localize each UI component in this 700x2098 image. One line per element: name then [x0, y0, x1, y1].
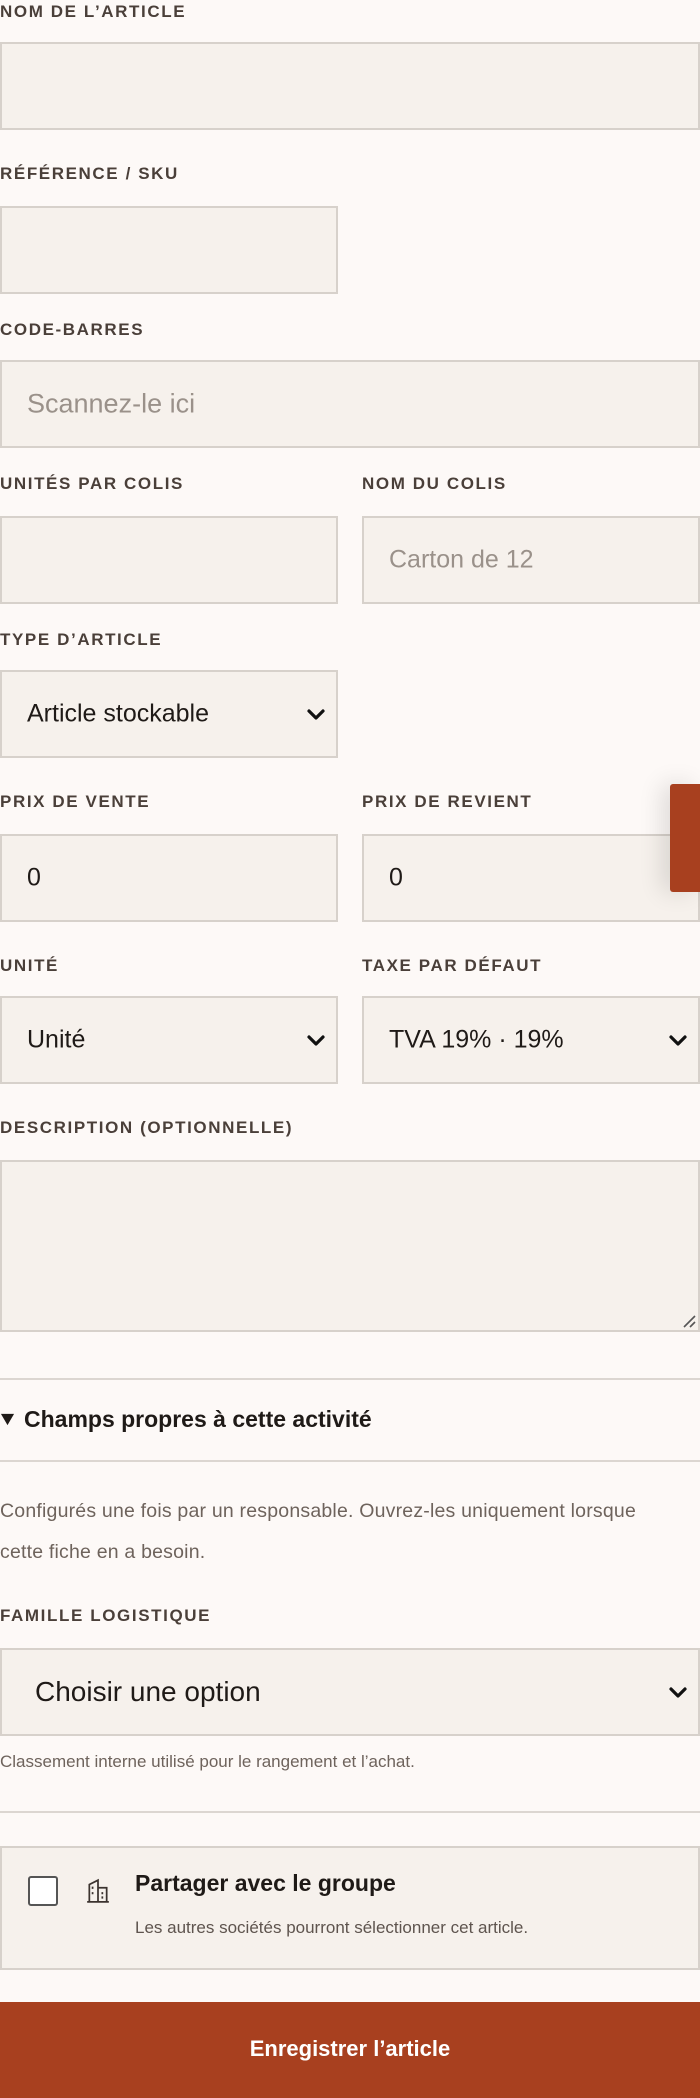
pack-name-placeholder: Carton de 12 — [389, 545, 534, 574]
share-title: Partager avec le groupe — [135, 1870, 396, 1896]
custom-fields-summary[interactable]: Champs propres à cette activité — [0, 1400, 700, 1440]
save-article-button[interactable]: Enregistrer l’article — [0, 2002, 700, 2098]
unit-value: Unité — [27, 1025, 86, 1054]
side-panel-tab[interactable] — [670, 784, 700, 892]
unit-label: UNITÉ — [0, 956, 59, 975]
family-select[interactable]: Choisir une option — [0, 1648, 700, 1736]
save-article-label: Enregistrer l’article — [249, 2036, 451, 2061]
chevron-down-icon — [307, 1035, 325, 1046]
family-value: Choisir une option — [35, 1676, 261, 1707]
pack-name-field[interactable]: Carton de 12 — [362, 516, 700, 604]
type-value: Article stockable — [27, 699, 210, 728]
type-select[interactable]: Article stockable — [0, 670, 338, 758]
description-label: DESCRIPTION (OPTIONNELLE) — [0, 1118, 294, 1137]
custom-fields-title: Champs propres à cette activité — [24, 1406, 372, 1432]
ref-field[interactable] — [0, 206, 338, 294]
units-per-pack-field[interactable] — [0, 516, 338, 604]
divider — [0, 1460, 700, 1462]
type-label: TYPE D’ARTICLE — [0, 630, 163, 649]
building-icon — [87, 1878, 109, 1903]
divider — [0, 1811, 700, 1813]
barcode-label: CODE-BARRES — [0, 320, 145, 339]
name-field[interactable] — [0, 42, 700, 130]
cost-price-field[interactable]: 0 — [362, 834, 700, 922]
description-textarea[interactable] — [0, 1160, 700, 1332]
tax-value: TVA 19% · 19% — [389, 1025, 564, 1054]
sale-price-field[interactable]: 0 — [0, 834, 338, 922]
cost-price-label: PRIX DE REVIENT — [362, 792, 533, 811]
share-card[interactable]: Partager avec le groupe Les autres socié… — [0, 1846, 700, 1970]
barcode-field[interactable]: Scannez-le ici — [0, 360, 700, 448]
custom-fields-intro-line1: Configurés une fois par un responsable. … — [0, 1500, 636, 1522]
ref-label: RÉFÉRENCE / SKU — [0, 164, 179, 183]
cost-price-value: 0 — [389, 863, 403, 892]
unit-select[interactable]: Unité — [0, 996, 338, 1084]
units-per-pack-label: UNITÉS PAR COLIS — [0, 474, 184, 493]
resize-handle-icon[interactable] — [680, 1312, 696, 1328]
tax-select[interactable]: TVA 19% · 19% — [362, 996, 700, 1084]
divider — [0, 1378, 700, 1380]
family-help: Classement interne utilisé pour le range… — [0, 1752, 415, 1771]
sale-price-label: PRIX DE VENTE — [0, 792, 151, 811]
pack-name-label: NOM DU COLIS — [362, 474, 507, 493]
chevron-down-icon — [307, 709, 325, 720]
family-label: FAMILLE LOGISTIQUE — [0, 1606, 212, 1625]
barcode-placeholder: Scannez-le ici — [27, 388, 196, 419]
custom-fields-intro-line2: cette fiche en a besoin. — [0, 1541, 206, 1563]
sale-price-value: 0 — [27, 863, 41, 892]
tax-label: TAXE PAR DÉFAUT — [362, 956, 543, 975]
chevron-down-icon — [669, 1687, 687, 1698]
share-checkbox[interactable] — [28, 1876, 58, 1906]
triangle-down-icon — [0, 1413, 15, 1426]
chevron-down-icon — [669, 1035, 687, 1046]
name-label: NOM DE L’ARTICLE — [0, 2, 187, 21]
share-subtitle: Les autres sociétés pourront sélectionne… — [135, 1918, 529, 1937]
